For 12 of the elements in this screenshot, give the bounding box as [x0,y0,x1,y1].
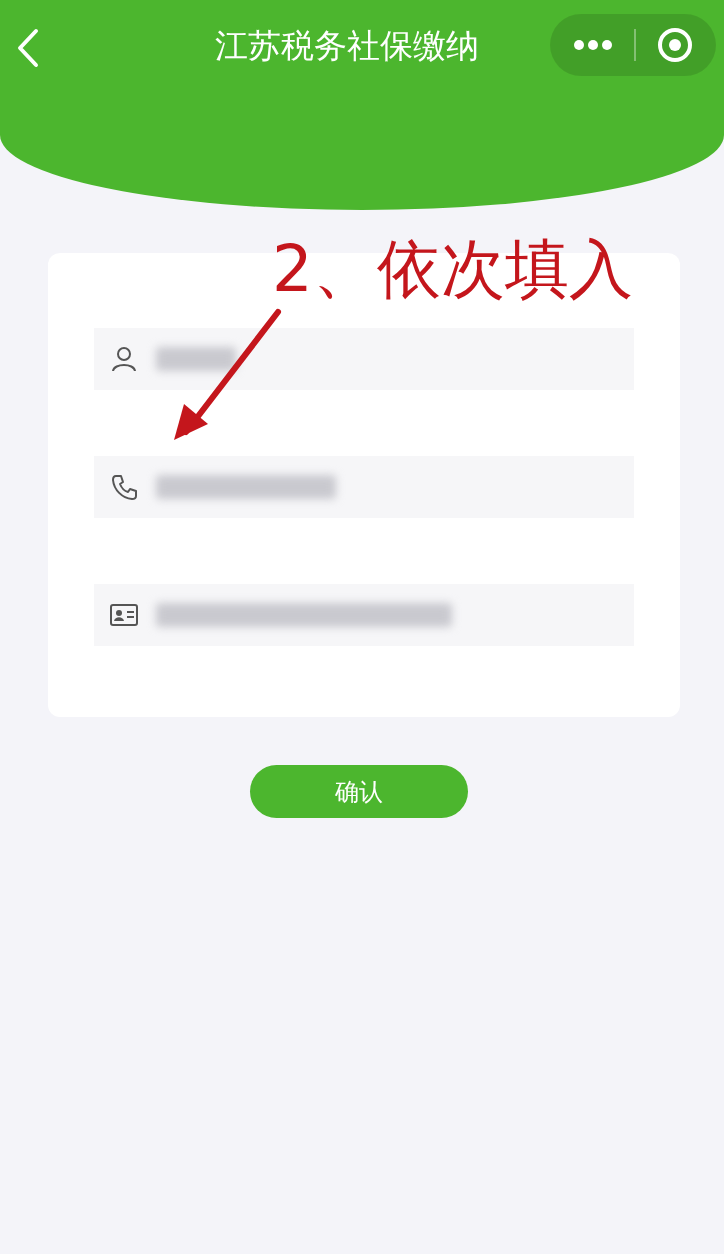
annotation-text: 2、依次填入 [272,231,633,308]
back-icon[interactable] [16,28,40,68]
input-field[interactable] [94,456,634,518]
confirm-button[interactable]: 确认 [250,765,468,818]
input-field[interactable] [94,328,634,390]
close-icon[interactable] [657,27,694,63]
input-field[interactable] [94,584,634,646]
more-icon[interactable] [572,39,613,51]
phone-icon [110,473,138,501]
person-icon [110,345,138,373]
page-title: 江苏税务社保缴纳 [215,24,479,67]
id-card-icon [110,604,138,626]
